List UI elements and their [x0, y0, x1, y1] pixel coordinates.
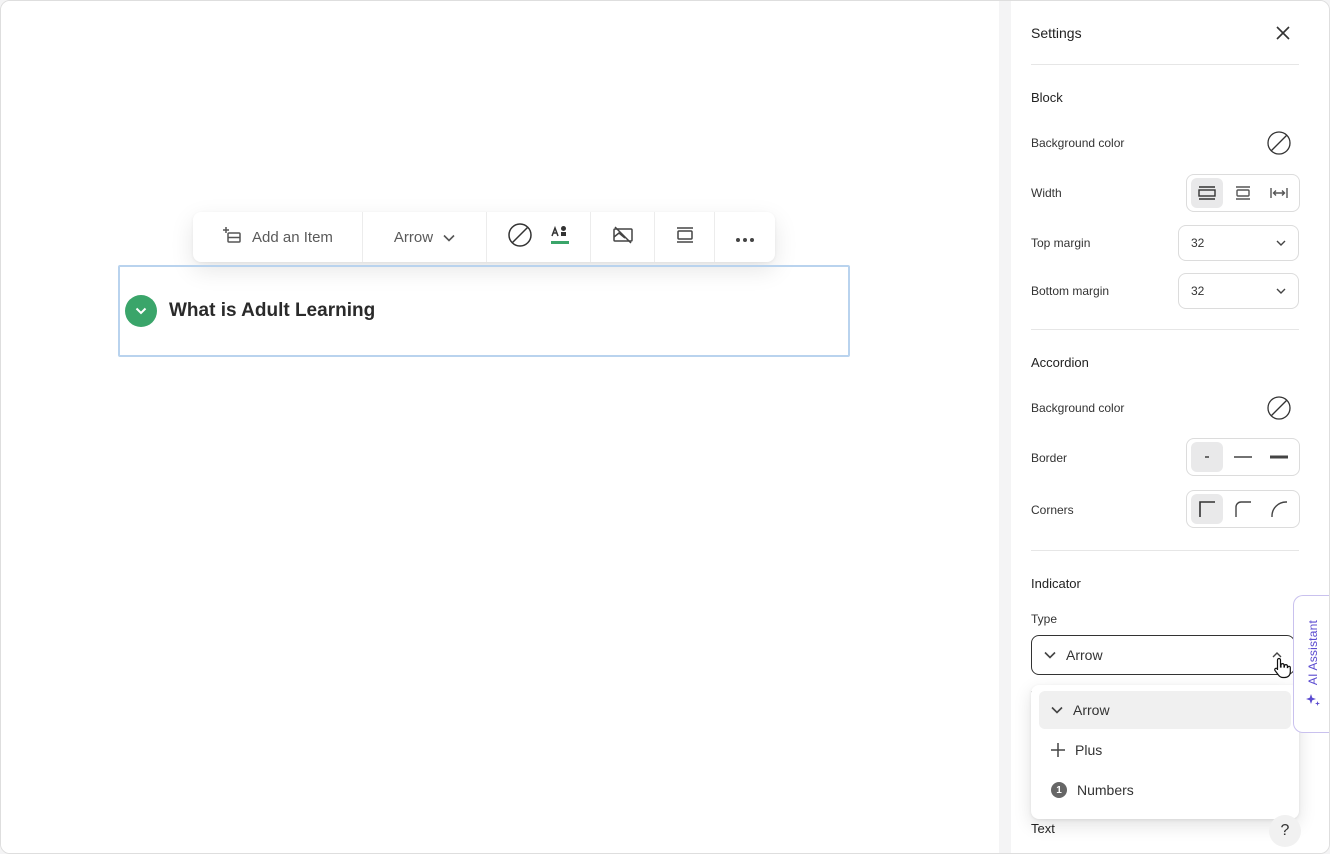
text-color-icon[interactable] — [550, 224, 570, 250]
color-tools — [487, 212, 591, 262]
border-thick-button[interactable] — [1263, 442, 1295, 472]
divider — [1031, 64, 1299, 65]
chevron-down-icon — [135, 307, 147, 315]
option-label: Numbers — [1077, 782, 1134, 798]
top-margin-select[interactable]: 32 — [1178, 225, 1299, 261]
divider — [1031, 329, 1299, 330]
corners-label: Corners — [1031, 503, 1074, 517]
border-thin-button[interactable] — [1227, 442, 1259, 472]
accordion-block[interactable]: What is Adult Learning — [118, 265, 850, 357]
width-full-button[interactable] — [1191, 178, 1223, 208]
width-stretch-button[interactable] — [1263, 178, 1295, 208]
width-medium-icon — [1236, 186, 1250, 200]
indicator-type-select[interactable]: Arrow — [1031, 635, 1295, 675]
divider — [1031, 550, 1299, 551]
option-plus[interactable]: Plus — [1039, 731, 1291, 769]
accordion-indicator[interactable] — [125, 295, 157, 327]
hand-cursor-icon — [1274, 657, 1291, 679]
corner-rounded-icon — [1235, 501, 1251, 517]
border-thin-icon — [1234, 456, 1252, 458]
corners-rounded-button[interactable] — [1227, 494, 1259, 524]
corners-round-button[interactable] — [1263, 494, 1295, 524]
border-thick-icon — [1270, 455, 1288, 459]
indicator-type-menu: Arrow Plus 1 Numbers — [1031, 685, 1299, 819]
number-badge-icon: 1 — [1051, 782, 1067, 798]
border-label: Border — [1031, 451, 1068, 465]
indicator-type-label: Arrow — [393, 228, 434, 246]
accordion-item-header[interactable]: What is Adult Learning — [125, 295, 375, 327]
top-margin-value: 32 — [1191, 236, 1205, 250]
chevron-down-icon — [1276, 288, 1286, 294]
top-margin-label: Top margin — [1031, 236, 1091, 250]
no-color-icon — [1267, 131, 1291, 155]
corners-square-button[interactable] — [1191, 494, 1223, 524]
text-section-title: Text — [1031, 821, 1055, 836]
app-window: Add an Item Arrow What is Adult Learning… — [0, 0, 1330, 854]
block-section-title: Block — [1031, 90, 1063, 105]
bottom-margin-label: Bottom margin — [1031, 284, 1110, 298]
border-none-button[interactable] — [1191, 442, 1223, 472]
accordion-item-title[interactable]: What is Adult Learning — [169, 300, 375, 322]
no-color-icon[interactable] — [507, 223, 532, 251]
indicator-type-value: Arrow — [1066, 647, 1103, 663]
width-full-icon — [1198, 186, 1216, 200]
chevron-down-icon — [443, 229, 455, 246]
more-horizontal-icon — [736, 229, 754, 246]
width-medium-button[interactable] — [1227, 178, 1259, 208]
block-toolbar: Add an Item Arrow — [193, 212, 775, 262]
option-numbers[interactable]: 1 Numbers — [1039, 771, 1291, 809]
accordion-background-swatch[interactable] — [1267, 396, 1291, 420]
block-background-label: Background color — [1031, 136, 1125, 150]
block-width-label: Width — [1031, 186, 1062, 200]
corners-options — [1186, 490, 1300, 528]
block-width-options — [1186, 174, 1300, 212]
indicator-section-title: Indicator — [1031, 576, 1081, 591]
chevron-down-icon — [1044, 651, 1056, 659]
add-item-button[interactable]: Add an Item — [193, 212, 363, 262]
option-label: Arrow — [1073, 702, 1110, 718]
option-arrow[interactable]: Arrow — [1039, 691, 1291, 729]
indicator-type-label: Type — [1031, 612, 1058, 626]
width-icon — [675, 227, 695, 247]
hide-image-button[interactable] — [591, 212, 655, 262]
more-options-button[interactable] — [715, 212, 775, 262]
add-item-label: Add an Item — [252, 228, 333, 246]
border-none-icon — [1205, 456, 1209, 458]
settings-panel: Settings Block Background color Width To… — [1011, 1, 1329, 853]
image-off-icon — [612, 226, 633, 248]
no-color-icon — [1267, 396, 1291, 420]
border-options — [1186, 438, 1300, 476]
accordion-background-label: Background color — [1031, 401, 1125, 415]
block-background-swatch[interactable] — [1267, 131, 1291, 155]
help-button[interactable]: ? — [1269, 815, 1301, 847]
block-width-button[interactable] — [655, 212, 715, 262]
corner-square-icon — [1199, 501, 1215, 517]
option-label: Plus — [1075, 742, 1103, 758]
width-stretch-icon — [1270, 188, 1288, 198]
close-icon — [1276, 26, 1290, 40]
chevron-down-icon — [1276, 240, 1286, 246]
settings-title: Settings — [1031, 25, 1082, 41]
plus-icon — [1051, 743, 1065, 757]
chevron-down-icon — [1051, 706, 1063, 714]
ai-assistant-tab[interactable]: AI Assistant — [1293, 595, 1329, 733]
add-item-icon — [222, 226, 242, 248]
corner-round-icon — [1271, 501, 1287, 517]
editor-canvas: Add an Item Arrow What is Adult Learning — [1, 1, 999, 853]
indicator-type-dropdown[interactable]: Arrow — [363, 212, 487, 262]
bottom-margin-select[interactable]: 32 — [1178, 273, 1299, 309]
sparkle-icon — [1305, 693, 1320, 706]
panel-gap — [999, 1, 1011, 853]
bottom-margin-value: 32 — [1191, 284, 1205, 298]
ai-assistant-label: AI Assistant — [1305, 620, 1320, 686]
accordion-section-title: Accordion — [1031, 355, 1089, 370]
close-settings-button[interactable] — [1273, 23, 1293, 43]
